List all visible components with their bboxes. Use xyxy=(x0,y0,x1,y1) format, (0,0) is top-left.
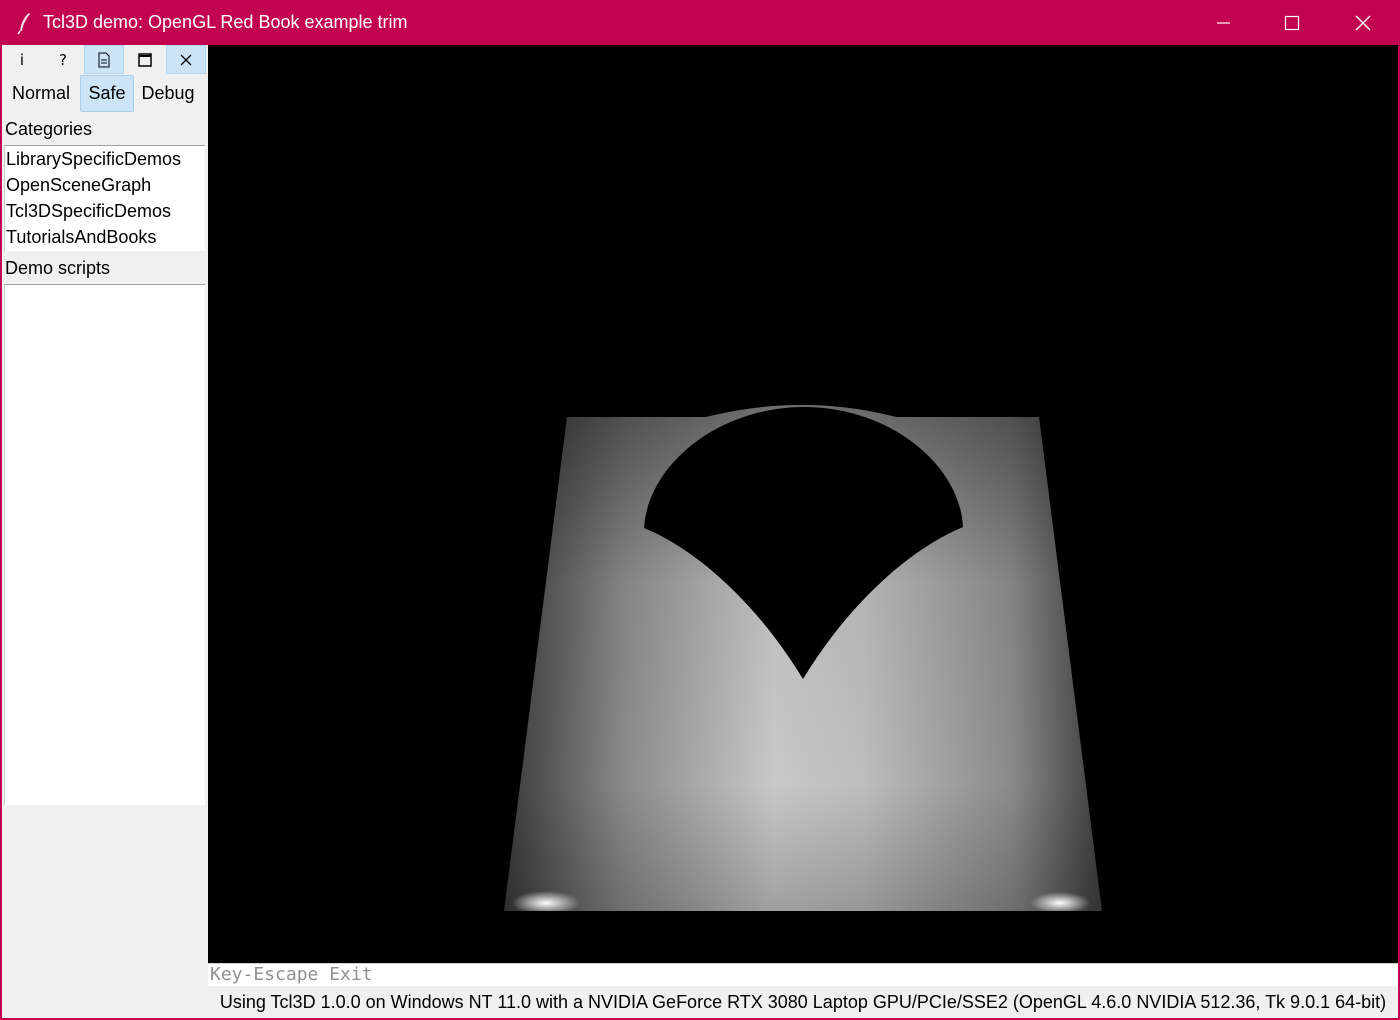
maximize-button[interactable] xyxy=(1259,0,1325,45)
sidebar: i ? Normal Safe Debug Categories Library… xyxy=(2,45,208,1018)
close-tool-icon[interactable] xyxy=(166,45,206,74)
minimize-button[interactable] xyxy=(1190,0,1256,45)
status-bar: Using Tcl3D 1.0.0 on Windows NT 11.0 wit… xyxy=(208,987,1398,1018)
demo-scripts-label: Demo scripts xyxy=(5,258,111,278)
opengl-canvas[interactable] xyxy=(208,45,1398,963)
maximize-icon xyxy=(1284,15,1300,30)
close-button[interactable] xyxy=(1330,0,1396,45)
list-item[interactable]: OpenSceneGraph xyxy=(5,172,205,198)
list-item[interactable]: LibrarySpecificDemos xyxy=(5,146,205,172)
trimmed-nurbs-surface xyxy=(504,405,1102,911)
categories-label: Categories xyxy=(5,119,93,139)
feather-icon xyxy=(14,11,36,35)
mode-safe-button[interactable]: Safe xyxy=(80,75,134,112)
client-area: i ? Normal Safe Debug Categories Library… xyxy=(2,45,1398,1018)
mode-debug-button[interactable]: Debug xyxy=(136,75,200,112)
document-icon[interactable] xyxy=(84,45,124,74)
window-icon[interactable] xyxy=(125,45,165,74)
minimize-icon xyxy=(1217,21,1230,24)
close-icon xyxy=(1355,15,1371,30)
key-hint-line: Key-Escape Exit xyxy=(208,963,1398,986)
demo-scripts-list[interactable] xyxy=(4,284,205,805)
mode-normal-button[interactable]: Normal xyxy=(4,75,78,112)
title-bar: Tcl3D demo: OpenGL Red Book example trim xyxy=(0,0,1400,45)
info-icon[interactable]: i xyxy=(2,45,42,74)
help-icon[interactable]: ? xyxy=(43,45,83,74)
list-item[interactable]: TutorialsAndBooks xyxy=(5,224,205,250)
list-item[interactable]: Tcl3DSpecificDemos xyxy=(5,198,205,224)
categories-list[interactable]: LibrarySpecificDemos OpenSceneGraph Tcl3… xyxy=(4,145,205,251)
window-title: Tcl3D demo: OpenGL Red Book example trim xyxy=(43,12,408,32)
